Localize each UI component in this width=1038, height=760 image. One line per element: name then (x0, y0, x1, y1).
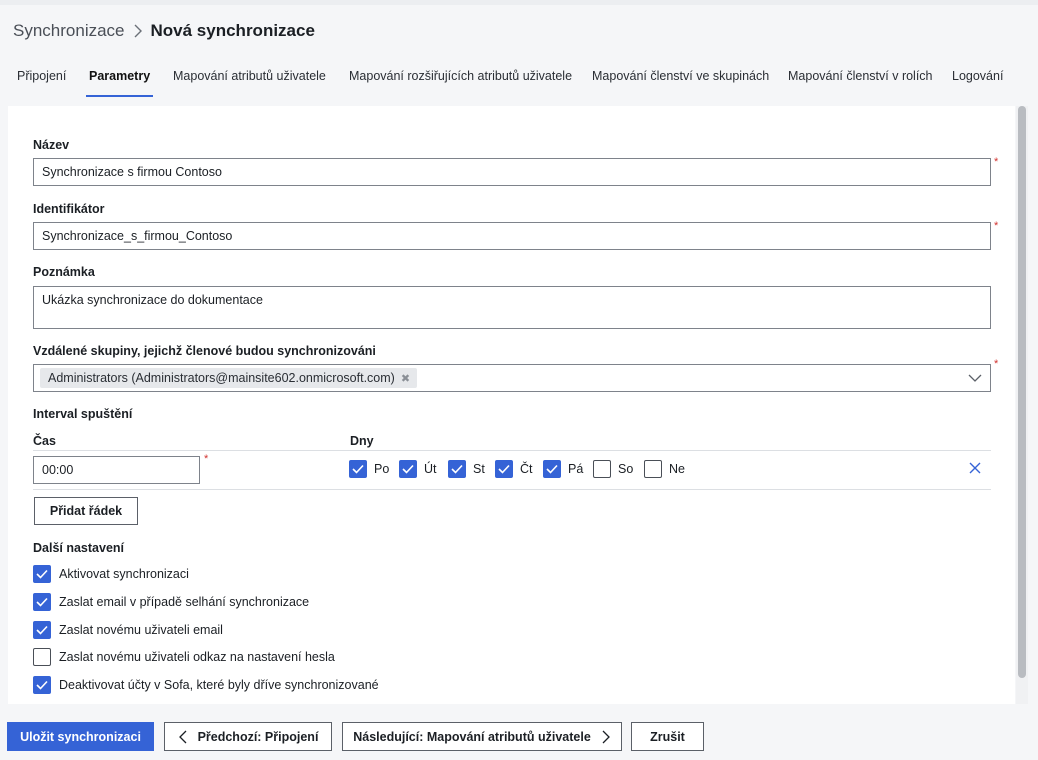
next-button-label: Následující: Mapování atributů uživatele (353, 729, 591, 744)
check-icon (36, 680, 48, 690)
day-label-st: St (473, 462, 485, 476)
days-column-header: Dny (350, 434, 374, 448)
option-checkbox-new-user-email[interactable] (33, 621, 51, 639)
identifier-input[interactable]: Synchronizace_s_firmou_Contoso (33, 222, 991, 250)
identifier-label: Identifikátor (33, 202, 105, 216)
tab-mapovani-clenstvi-skupiny[interactable]: Mapování členství ve skupinách (592, 63, 769, 97)
next-button[interactable]: Následující: Mapování atributů uživatele (342, 722, 622, 751)
check-icon (498, 464, 510, 474)
chevron-down-icon[interactable] (968, 371, 982, 385)
divider (33, 450, 991, 451)
name-input[interactable]: Synchronizace s firmou Contoso (33, 158, 991, 186)
breadcrumb: Synchronizace Nová synchronizace (13, 20, 315, 42)
previous-button-label: Předchozí: Připojení (197, 729, 319, 744)
time-column-header: Čas (33, 434, 56, 448)
groups-multiselect[interactable]: Administrators (Administrators@mainsite6… (33, 364, 991, 392)
required-mark: * (204, 453, 209, 465)
page-title: Nová synchronizace (150, 21, 315, 40)
chip-remove-icon[interactable]: ✖ (401, 372, 410, 385)
check-icon (36, 569, 48, 579)
day-label-ne: Ne (669, 462, 685, 476)
tab-bar: Připojení Parametry Mapování atributů už… (0, 63, 1038, 99)
check-icon (352, 464, 364, 474)
day-label-pa: Pá (568, 462, 584, 476)
interval-title: Interval spuštění (33, 407, 133, 421)
option-label-activate: Aktivovat synchronizaci (59, 567, 189, 581)
save-sync-button[interactable]: Uložit synchronizaci (7, 722, 154, 751)
option-checkbox-deactivate[interactable] (33, 676, 51, 694)
cancel-button[interactable]: Zrušit (631, 722, 704, 751)
scrollbar-thumb[interactable] (1018, 106, 1026, 678)
note-label: Poznámka (33, 265, 95, 279)
group-chip-label: Administrators (Administrators@mainsite6… (48, 371, 395, 385)
tab-mapovani-rozsirujicich-atributu[interactable]: Mapování rozšiřujících atributů uživatel… (349, 63, 572, 97)
check-icon (36, 597, 48, 607)
option-label-password-link: Zaslat novému uživateli odkaz na nastave… (59, 650, 335, 664)
day-checkbox-ne[interactable] (644, 460, 662, 478)
previous-button[interactable]: Předchozí: Připojení (164, 722, 332, 751)
name-label: Název (33, 138, 70, 152)
check-icon (546, 464, 558, 474)
breadcrumb-parent-link[interactable]: Synchronizace (13, 21, 125, 41)
group-chip: Administrators (Administrators@mainsite6… (40, 368, 418, 388)
chevron-right-icon (125, 24, 151, 38)
day-checkbox-so[interactable] (593, 460, 611, 478)
check-icon (402, 464, 414, 474)
tab-parametry[interactable]: Parametry (85, 63, 154, 97)
day-checkbox-ut[interactable] (399, 460, 417, 478)
day-checkbox-st[interactable] (448, 460, 466, 478)
day-label-po: Po (374, 462, 390, 476)
tab-mapovani-atributu[interactable]: Mapování atributů uživatele (173, 63, 326, 97)
day-checkbox-pa[interactable] (543, 460, 561, 478)
day-label-so: So (618, 462, 634, 476)
required-mark: * (994, 156, 999, 168)
chevron-right-icon (602, 730, 610, 743)
option-label-deactivate: Deaktivovat účty v Sofa, které byly dřív… (59, 678, 379, 692)
add-row-button[interactable]: Přidat řádek (34, 497, 138, 525)
option-checkbox-activate[interactable] (33, 565, 51, 583)
parameters-panel: Název Synchronizace s firmou Contoso * I… (8, 106, 1015, 704)
close-icon[interactable] (968, 461, 982, 475)
day-checkbox-po[interactable] (349, 460, 367, 478)
option-checkbox-failure-email[interactable] (33, 593, 51, 611)
tab-logovani[interactable]: Logování (952, 63, 1003, 97)
required-mark: * (994, 220, 999, 232)
note-textarea[interactable]: Ukázka synchronizace do dokumentace (33, 286, 991, 329)
option-checkbox-password-link[interactable] (33, 648, 51, 666)
option-label-new-user-email: Zaslat novému uživateli email (59, 623, 223, 637)
check-icon (451, 464, 463, 474)
day-checkbox-ct[interactable] (495, 460, 513, 478)
tab-mapovani-clenstvi-role[interactable]: Mapování členství v rolích (788, 63, 933, 97)
day-label-ct: Čt (520, 462, 533, 476)
groups-label: Vzdálené skupiny, jejichž členové budou … (33, 344, 376, 358)
check-icon (36, 625, 48, 635)
divider (33, 489, 991, 490)
required-mark: * (994, 358, 999, 370)
top-strip (0, 0, 1038, 5)
time-input[interactable]: 00:00 (33, 456, 200, 484)
day-label-ut: Út (424, 462, 437, 476)
chevron-left-icon (178, 730, 187, 743)
option-label-failure-email: Zaslat email v případě selhání synchroni… (59, 595, 310, 609)
vertical-scrollbar[interactable] (1016, 106, 1028, 704)
tab-pripojeni[interactable]: Připojení (17, 63, 66, 97)
other-settings-title: Další nastavení (33, 541, 125, 555)
